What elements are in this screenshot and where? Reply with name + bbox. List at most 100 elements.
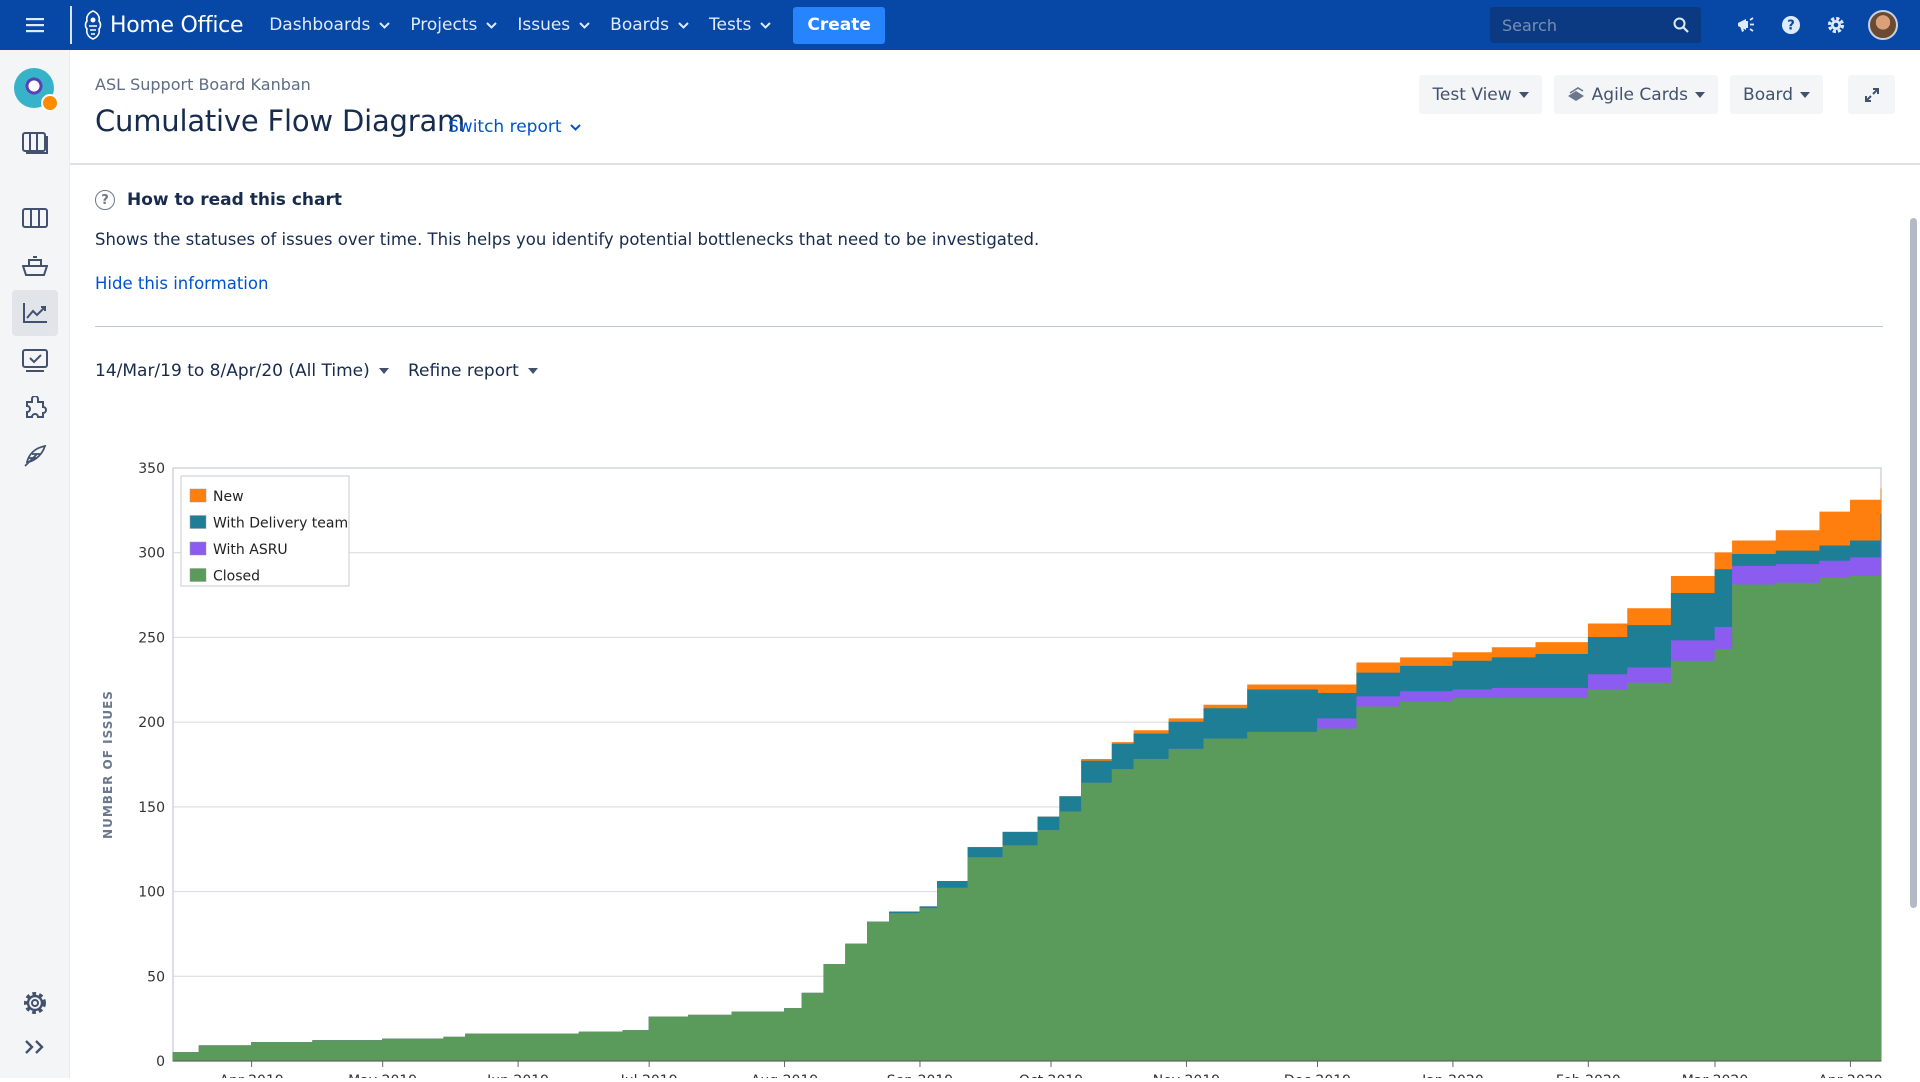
brand-logo[interactable]: Home Office [80, 8, 244, 42]
left-sidebar [0, 50, 70, 1078]
menu-icon[interactable] [0, 0, 70, 50]
x-tick-label: Oct 2019 [1019, 1073, 1083, 1078]
x-tick-label: Aug 2019 [751, 1073, 818, 1078]
hide-information-link[interactable]: Hide this information [95, 274, 268, 293]
x-tick-label: Apr 2020 [1818, 1073, 1882, 1078]
x-tick-label: Mar 2020 [1682, 1073, 1749, 1078]
chevron-down-icon [760, 21, 772, 29]
x-tick-label: Apr 2019 [219, 1073, 283, 1078]
question-icon: ? [95, 190, 115, 210]
expand-arrows-icon [1864, 87, 1879, 102]
refine-report-label: Refine report [408, 361, 519, 381]
test-view-label: Test View [1432, 84, 1512, 105]
y-tick-label: 200 [138, 715, 165, 731]
nav-dashboards-label: Dashboards [269, 15, 371, 35]
feather-icon[interactable] [12, 433, 58, 479]
legend-swatch [189, 568, 207, 582]
caret-down-icon [1518, 91, 1529, 98]
nav-boards[interactable]: Boards [600, 0, 699, 50]
scrollbar-thumb[interactable] [1910, 218, 1917, 908]
content-divider [95, 326, 1883, 327]
user-avatar[interactable] [1868, 10, 1898, 40]
x-tick-label: Nov 2019 [1153, 1073, 1220, 1078]
y-axis-title: NUMBER OF ISSUES [101, 690, 115, 839]
vertical-scrollbar[interactable] [1909, 168, 1918, 1076]
tests-icon[interactable] [12, 338, 58, 384]
caret-down-icon [1800, 91, 1810, 98]
info-section-title: ? How to read this chart [95, 190, 342, 210]
chart-svg: 0 50 100 150 200 250 300 350 Apr 2019 May 2019 Jun… [101, 461, 1883, 1082]
legend-swatch [189, 488, 207, 503]
project-badge [41, 94, 59, 112]
y-tick-label: 100 [138, 885, 165, 901]
caret-down-icon [378, 368, 389, 374]
nav-dashboards[interactable]: Dashboards [259, 0, 400, 50]
top-navigation: Home Office Dashboards Projects Issues B… [0, 0, 1920, 50]
nav-boards-label: Boards [610, 15, 669, 35]
x-tick-label: Dec 2019 [1284, 1073, 1351, 1078]
help-icon[interactable]: ? [1768, 0, 1813, 50]
y-tick-label: 150 [138, 800, 165, 816]
search-input[interactable] [1502, 15, 1662, 35]
add-ons-icon[interactable] [12, 385, 58, 431]
x-tick-label: Jun 2019 [486, 1073, 549, 1078]
caret-down-icon [1695, 91, 1706, 98]
agile-cards-dropdown[interactable]: Agile Cards [1553, 75, 1719, 114]
chevron-down-icon [379, 21, 391, 29]
nav-tests-label: Tests [709, 15, 752, 35]
agile-cards-icon [1567, 86, 1584, 101]
megaphone-icon[interactable] [1723, 0, 1768, 50]
home-office-crest-icon [80, 8, 106, 42]
expand-sidebar-icon[interactable] [12, 1024, 58, 1070]
nav-tests[interactable]: Tests [699, 0, 781, 50]
switch-report-link[interactable]: Switch report [448, 117, 581, 137]
switch-report-label: Switch report [448, 117, 562, 137]
x-tick-label: Jul 2019 [620, 1073, 678, 1078]
settings-icon[interactable] [12, 980, 58, 1026]
caret-down-icon [527, 368, 538, 374]
report-toolbar: Test View Agile Cards Board [1407, 75, 1920, 114]
x-tick-label: Feb 2020 [1556, 1073, 1621, 1078]
cumulative-flow-chart: 0 50 100 150 200 250 300 350 Apr 2019 May 2019 Jun… [70, 390, 1900, 1082]
page-title: Cumulative Flow Diagram [95, 104, 466, 138]
main-content: ASL Support Board Kanban Cumulative Flow… [70, 50, 1920, 1082]
legend-label: New [213, 489, 244, 505]
backlog-icon[interactable] [12, 243, 58, 289]
date-range-dropdown[interactable]: 14/Mar/19 to 8/Apr/20 (All Time) [95, 361, 389, 381]
fullscreen-button[interactable] [1848, 75, 1895, 114]
x-tick-label: May 2019 [348, 1073, 417, 1078]
search-icon [1673, 17, 1689, 33]
reports-icon[interactable] [12, 290, 58, 336]
refine-report-dropdown[interactable]: Refine report [408, 361, 538, 381]
chevron-down-icon [579, 21, 590, 29]
legend-label: With ASRU [213, 542, 288, 558]
nav-projects[interactable]: Projects [400, 0, 507, 50]
test-view-dropdown[interactable]: Test View [1419, 75, 1542, 114]
project-avatar[interactable] [14, 68, 59, 112]
chevron-down-icon [678, 21, 689, 29]
board-label: Board [1743, 84, 1793, 105]
x-tick-label: Sep 2019 [887, 1073, 953, 1078]
nav-separator [70, 6, 72, 44]
header-divider [70, 163, 1920, 165]
nav-projects-label: Projects [410, 15, 478, 35]
y-tick-label: 50 [147, 969, 165, 985]
board-dropdown[interactable]: Board [1730, 75, 1823, 114]
search-box[interactable] [1490, 7, 1701, 43]
gear-icon[interactable] [1813, 0, 1858, 50]
breadcrumb[interactable]: ASL Support Board Kanban [95, 75, 311, 94]
y-tick-label: 0 [156, 1054, 165, 1070]
create-button[interactable]: Create [793, 6, 885, 44]
nav-issues[interactable]: Issues [507, 0, 600, 50]
info-title-text: How to read this chart [127, 190, 342, 210]
board-icon[interactable] [12, 120, 58, 166]
agile-cards-label: Agile Cards [1591, 84, 1689, 105]
y-tick-label: 300 [138, 546, 165, 562]
legend-label: With Delivery team [213, 516, 348, 532]
kanban-columns-icon[interactable] [12, 195, 58, 241]
nav-right-group: ? [1490, 0, 1920, 50]
svg-text:?: ? [1787, 19, 1795, 34]
chevron-down-icon [486, 21, 498, 29]
legend-swatch [189, 541, 207, 556]
info-description: Shows the statuses of issues over time. … [95, 230, 1040, 249]
